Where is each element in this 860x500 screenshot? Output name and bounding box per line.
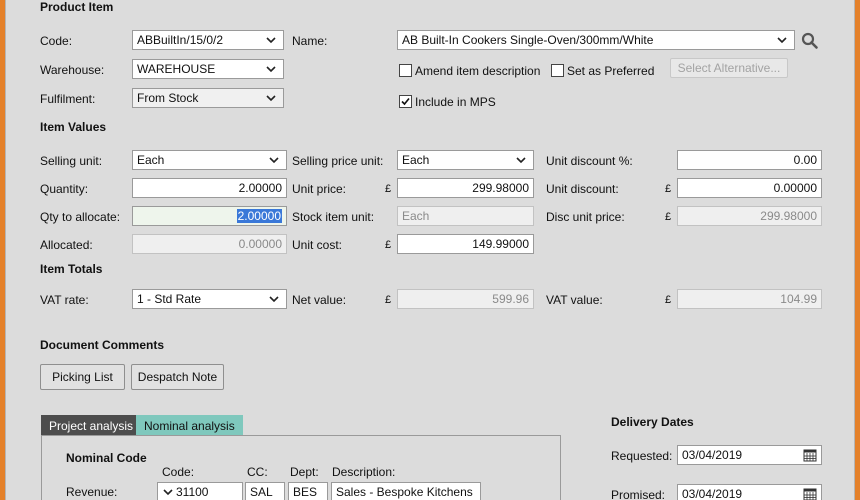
picking-list-button[interactable]: Picking List xyxy=(40,364,125,390)
set-preferred-label: Set as Preferred xyxy=(567,64,655,78)
checkmark-icon xyxy=(401,97,410,106)
revenue-label: Revenue: xyxy=(66,485,118,499)
selling-price-unit-value: Each xyxy=(402,153,430,167)
unit-cost-label: Unit cost: xyxy=(292,238,343,252)
disc-unit-price-label: Disc unit price: xyxy=(546,210,625,224)
name-label: Name: xyxy=(292,34,328,48)
calendar-icon[interactable] xyxy=(803,487,817,500)
stock-item-unit-input: Each xyxy=(397,206,534,226)
chevron-down-icon xyxy=(269,157,279,164)
vat-rate-label: VAT rate: xyxy=(40,293,89,307)
select-alternative-button[interactable]: Select Alternative... xyxy=(670,58,788,78)
tab-project-analysis[interactable]: Project analysis xyxy=(41,415,142,437)
fulfilment-value: From Stock xyxy=(137,91,199,105)
tab-nominal-analysis[interactable]: Nominal analysis xyxy=(136,415,243,437)
amend-description-checkbox[interactable] xyxy=(399,64,412,77)
search-icon[interactable] xyxy=(801,32,819,50)
qty-allocate-input[interactable]: 2.00000 xyxy=(132,206,287,226)
col-cc-header: CC: xyxy=(247,465,268,479)
name-value: AB Built-In Cookers Single-Oven/300mm/Wh… xyxy=(402,33,654,47)
net-value-label: Net value: xyxy=(292,293,347,307)
chevron-down-icon xyxy=(266,37,276,44)
requested-label: Requested: xyxy=(611,449,673,463)
qty-allocate-value: 2.00000 xyxy=(236,209,282,223)
vat-value-label: VAT value: xyxy=(546,293,603,307)
qty-allocate-label: Qty to allocate: xyxy=(40,210,121,224)
promised-label: Promised: xyxy=(611,488,666,500)
unit-discount-input[interactable]: 0.00000 xyxy=(677,178,822,198)
vat-value-input: 104.99 xyxy=(677,289,822,309)
promised-date-input[interactable]: 03/04/2019 xyxy=(677,484,822,500)
code-select[interactable]: ABBuiltIn/15/0/2 xyxy=(132,30,284,50)
allocated-label: Allocated: xyxy=(40,238,93,252)
disc-unit-price-input: 299.98000 xyxy=(677,206,822,226)
vat-value-currency: £ xyxy=(665,294,672,306)
include-mps-label: Include in MPS xyxy=(415,95,496,109)
fulfilment-label: Fulfilment: xyxy=(40,92,96,106)
net-value-input: 599.96 xyxy=(397,289,534,309)
chevron-down-icon xyxy=(266,95,276,102)
warehouse-select[interactable]: WAREHOUSE xyxy=(132,59,284,79)
selling-price-unit-label: Selling price unit: xyxy=(292,154,384,168)
unit-cost-currency: £ xyxy=(385,239,392,251)
vat-rate-select[interactable]: 1 - Std Rate xyxy=(132,289,287,309)
nominal-code-title: Nominal Code xyxy=(66,451,147,465)
col-dept-header: Dept: xyxy=(290,465,319,479)
chevron-down-icon xyxy=(777,37,787,44)
name-select[interactable]: AB Built-In Cookers Single-Oven/300mm/Wh… xyxy=(397,30,795,50)
nominal-analysis-panel: Nominal Code Code: CC: Dept: Description… xyxy=(41,435,561,500)
selling-unit-select[interactable]: Each xyxy=(132,150,287,170)
unit-discount-label: Unit discount: xyxy=(546,182,619,196)
section-title-item-totals: Item Totals xyxy=(40,262,103,276)
unit-cost-input[interactable]: 149.99000 xyxy=(397,234,534,254)
warehouse-label: Warehouse: xyxy=(40,63,105,77)
unit-discount-pct-input[interactable]: 0.00 xyxy=(677,150,822,170)
section-title-product-item: Product Item xyxy=(40,0,114,14)
chevron-down-icon xyxy=(269,296,279,303)
revenue-description-input[interactable]: Sales - Bespoke Kitchens xyxy=(331,482,481,500)
section-title-document-comments: Document Comments xyxy=(40,338,165,352)
selling-unit-label: Selling unit: xyxy=(40,154,103,168)
set-preferred-checkbox[interactable] xyxy=(551,64,564,77)
allocated-input: 0.00000 xyxy=(132,234,287,254)
include-mps-checkbox[interactable] xyxy=(399,95,412,108)
fulfilment-select[interactable]: From Stock xyxy=(132,88,284,108)
selling-price-unit-select[interactable]: Each xyxy=(397,150,534,170)
warehouse-value: WAREHOUSE xyxy=(137,62,216,76)
revenue-cc-input[interactable]: SAL xyxy=(245,482,285,500)
despatch-note-button[interactable]: Despatch Note xyxy=(131,364,224,390)
revenue-code-select[interactable]: 31100 xyxy=(157,482,243,500)
unit-price-label: Unit price: xyxy=(292,182,347,196)
net-value-currency: £ xyxy=(385,294,392,306)
section-title-item-values: Item Values xyxy=(40,120,107,134)
revenue-code-value: 31100 xyxy=(176,485,209,499)
code-label: Code: xyxy=(40,34,73,48)
quantity-input[interactable]: 2.00000 xyxy=(132,178,287,198)
col-code-header: Code: xyxy=(162,465,195,479)
calendar-icon[interactable] xyxy=(803,448,817,462)
unit-discount-pct-label: Unit discount %: xyxy=(546,154,633,168)
unit-price-input[interactable]: 299.98000 xyxy=(397,178,534,198)
selling-unit-value: Each xyxy=(137,153,165,167)
unit-price-currency: £ xyxy=(385,183,392,195)
section-title-delivery-dates: Delivery Dates xyxy=(611,415,694,429)
revenue-dept-input[interactable]: BES xyxy=(288,482,328,500)
unit-discount-currency: £ xyxy=(665,183,672,195)
chevron-down-icon xyxy=(163,489,173,496)
chevron-down-icon xyxy=(266,66,276,73)
col-description-header: Description: xyxy=(332,465,396,479)
vat-rate-value: 1 - Std Rate xyxy=(137,292,202,306)
stock-item-unit-label: Stock item unit: xyxy=(292,210,375,224)
product-item-form: Product Item Code: ABBuiltIn/15/0/2 Name… xyxy=(5,0,855,500)
promised-date-value: 03/04/2019 xyxy=(682,487,743,500)
disc-unit-price-currency: £ xyxy=(665,211,672,223)
requested-date-input[interactable]: 03/04/2019 xyxy=(677,445,822,465)
chevron-down-icon xyxy=(516,157,526,164)
amend-description-label: Amend item description xyxy=(415,64,541,78)
requested-date-value: 03/04/2019 xyxy=(682,448,743,462)
code-value: ABBuiltIn/15/0/2 xyxy=(137,33,224,47)
quantity-label: Quantity: xyxy=(40,182,89,196)
